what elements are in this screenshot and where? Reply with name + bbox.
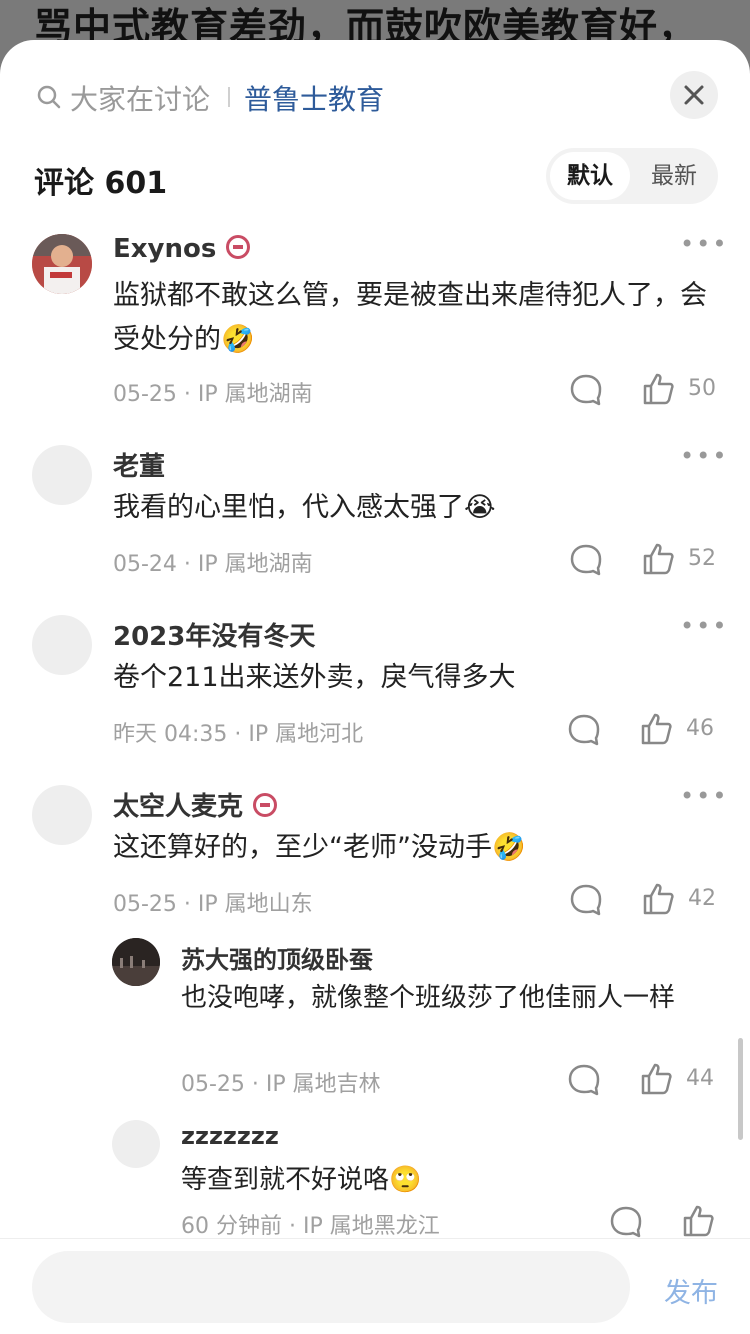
sort-latest-tab[interactable]: 最新	[634, 152, 714, 200]
more-icon[interactable]: •••	[680, 782, 728, 810]
author-name: Exynos	[113, 234, 217, 264]
like-count: 42	[688, 886, 716, 911]
reply-author[interactable]: zzzzzzz	[181, 1122, 279, 1150]
reply-icon[interactable]	[569, 883, 603, 917]
comment-meta: 05-25 · IP 属地湖南	[113, 382, 313, 407]
sort-toggle: 默认 最新	[546, 148, 718, 204]
comment-meta: 昨天 04:35 · IP 属地河北	[113, 722, 364, 747]
like-count: 46	[686, 716, 714, 741]
badge-icon	[226, 234, 251, 259]
comment-item: 老董 ••• 我看的心里怕，代入感太强了😭 05-24 · IP 属地湖南 52	[0, 442, 750, 592]
reply-meta: 05-25 · IP 属地吉林	[181, 1072, 381, 1097]
avatar[interactable]	[112, 938, 160, 986]
comment-author[interactable]: 太空人麦克	[113, 786, 278, 823]
comments-count-title: 评论 601	[34, 166, 168, 201]
like-icon[interactable]	[639, 1062, 673, 1096]
reply-icon[interactable]	[569, 373, 603, 407]
topic-link[interactable]: 普鲁士教育	[244, 78, 384, 118]
comment-item: 太空人麦克 ••• 这还算好的，至少“老师”没动手🤣 05-25 · IP 属地…	[0, 782, 750, 932]
avatar[interactable]	[32, 445, 92, 505]
comments-header: 评论 601 默认 最新	[0, 148, 750, 212]
comment-input[interactable]	[32, 1251, 630, 1323]
reply-text: 也没咆哮，就像整个班级莎了他佳丽人一样	[181, 983, 676, 1013]
like-icon[interactable]	[639, 712, 673, 746]
reply-author[interactable]: 苏大强的顶级卧蚕	[181, 940, 373, 975]
reply-meta: 60 分钟前 · IP 属地黑龙江	[181, 1214, 440, 1239]
comments-sheet: 大家在讨论 普鲁士教育 评论 601 默认 最新 Exynos ••• 监狱都不…	[0, 40, 750, 1334]
avatar[interactable]	[32, 615, 92, 675]
more-icon[interactable]: •••	[680, 442, 728, 470]
close-icon	[684, 85, 704, 105]
comment-text: 这还算好的，至少“老师”没动手🤣	[113, 832, 526, 863]
comment-text: 卷个211出来送外卖，戾气得多大	[113, 662, 516, 693]
scrollbar[interactable]	[738, 1038, 743, 1140]
like-icon[interactable]	[641, 882, 675, 916]
close-button[interactable]	[670, 71, 718, 119]
like-count: 50	[688, 376, 716, 401]
sort-default-tab[interactable]: 默认	[550, 152, 630, 200]
comment-author[interactable]: 2023年没有冬天	[113, 616, 315, 653]
author-name: 老董	[113, 452, 166, 482]
comment-meta: 05-24 · IP 属地湖南	[113, 552, 313, 577]
search-bar: 大家在讨论 普鲁士教育	[0, 40, 750, 152]
search-hint[interactable]: 大家在讨论	[70, 78, 210, 118]
divider	[228, 87, 230, 107]
reply-text: 等查到就不好说咯🙄	[181, 1165, 422, 1195]
avatar[interactable]	[32, 785, 92, 845]
badge-icon	[253, 792, 278, 817]
reply-item: zzzzzzz 等查到就不好说咯🙄 60 分钟前 · IP 属地黑龙江	[0, 1118, 750, 1248]
more-icon[interactable]: •••	[680, 612, 728, 640]
author-name: zzzzzzz	[181, 1122, 279, 1150]
avatar[interactable]	[32, 234, 92, 294]
publish-button[interactable]: 发布	[664, 1271, 718, 1310]
search-icon[interactable]	[36, 84, 62, 110]
author-name: 2023年没有冬天	[113, 622, 316, 652]
reply-item: 苏大强的顶级卧蚕 也没咆哮，就像整个班级莎了他佳丽人一样 05-25 · IP …	[0, 936, 750, 1116]
avatar-image	[32, 234, 92, 294]
like-icon[interactable]	[641, 372, 675, 406]
comment-text: 监狱都不敢这么管，要是被查出来虐待犯人了，会受处分的🤣	[113, 280, 707, 355]
like-count: 44	[686, 1066, 714, 1091]
reply-icon[interactable]	[567, 713, 601, 747]
avatar-image	[112, 938, 160, 986]
reply-icon[interactable]	[569, 543, 603, 577]
like-icon[interactable]	[641, 542, 675, 576]
comment-item: 2023年没有冬天 ••• 卷个211出来送外卖，戾气得多大 昨天 04:35 …	[0, 612, 750, 762]
reply-icon[interactable]	[609, 1205, 643, 1239]
like-count: 52	[688, 546, 716, 571]
comment-composer: 发布	[0, 1238, 750, 1334]
author-name: 苏大强的顶级卧蚕	[181, 946, 373, 974]
author-name: 太空人麦克	[113, 792, 244, 822]
comment-meta: 05-25 · IP 属地山东	[113, 892, 313, 917]
comment-author[interactable]: 老董	[113, 446, 165, 483]
comment-item: Exynos ••• 监狱都不敢这么管，要是被查出来虐待犯人了，会受处分的🤣 0…	[0, 230, 750, 420]
like-icon[interactable]	[681, 1204, 715, 1238]
comment-author[interactable]: Exynos	[113, 234, 251, 264]
comment-text: 我看的心里怕，代入感太强了😭	[113, 492, 496, 523]
reply-icon[interactable]	[567, 1063, 601, 1097]
more-icon[interactable]: •••	[680, 230, 728, 258]
avatar[interactable]	[112, 1120, 160, 1168]
